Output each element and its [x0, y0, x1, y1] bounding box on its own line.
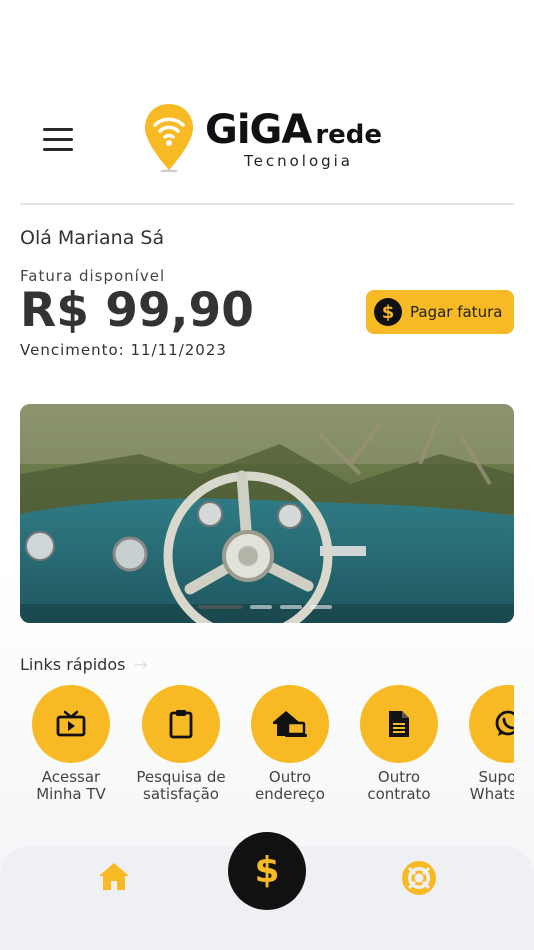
header-divider — [20, 203, 514, 205]
brand-main-text: GiGA — [205, 107, 312, 153]
house-laptop-icon — [273, 711, 307, 737]
promo-banner[interactable] — [20, 404, 514, 623]
quick-link-label: Acessar Minha TV — [36, 768, 106, 803]
brand-tagline: Tecnologia — [244, 152, 353, 170]
pay-invoice-label: Pagar fatura — [410, 303, 503, 321]
quick-link-address[interactable]: Outro endereço — [238, 685, 342, 803]
quick-link-label: Outro endereço — [255, 768, 325, 803]
quick-link-circle[interactable] — [251, 685, 329, 763]
banner-dot-active[interactable] — [198, 605, 242, 609]
home-icon — [99, 863, 129, 890]
wifi-pin-icon — [145, 104, 193, 172]
quick-links-title: Links rápidos — [20, 655, 126, 674]
pay-invoice-button[interactable]: $ Pagar fatura — [366, 290, 514, 334]
quick-link-label: Outro contrato — [367, 768, 431, 803]
invoice-amount: R$ 99,90 — [20, 283, 254, 338]
quick-link-label: Pesquisa de satisfação — [136, 768, 226, 803]
due-date: Vencimento: 11/11/2023 — [20, 341, 227, 359]
banner-dot[interactable] — [310, 605, 332, 609]
tv-icon — [56, 710, 86, 737]
nav-support-button[interactable] — [401, 860, 437, 896]
nav-home-button[interactable] — [96, 860, 132, 894]
app-header: GiGA rede Tecnologia — [0, 0, 534, 205]
support-lifebuoy-icon — [402, 861, 436, 895]
arrow-right-icon[interactable]: → — [134, 656, 147, 674]
quick-link-circle[interactable] — [360, 685, 438, 763]
banner-pagination[interactable] — [198, 605, 340, 609]
dollar-coin-icon: $ — [374, 298, 402, 326]
quick-link-circle[interactable] — [142, 685, 220, 763]
document-icon — [389, 711, 409, 737]
quick-link-whatsapp[interactable]: Suporte WhatsApp — [456, 685, 514, 803]
user-greeting: Olá Mariana Sá — [20, 227, 165, 249]
banner-image-steering-wheel — [20, 404, 514, 623]
quick-link-tv[interactable]: Acessar Minha TV — [20, 685, 123, 803]
whatsapp-icon — [495, 710, 514, 736]
hamburger-menu-icon[interactable] — [40, 128, 76, 156]
brand-rede-text: rede — [315, 120, 383, 150]
quick-links-carousel[interactable]: Acessar Minha TV Pesquisa de satisfação … — [20, 685, 514, 810]
quick-link-survey[interactable]: Pesquisa de satisfação — [129, 685, 233, 803]
quick-link-circle[interactable] — [32, 685, 110, 763]
dollar-icon: $ — [254, 850, 280, 891]
banner-dot[interactable] — [280, 605, 302, 609]
quick-link-circle[interactable] — [469, 685, 514, 763]
nav-pay-button[interactable]: $ — [228, 832, 306, 910]
quick-link-label: Suporte WhatsApp — [469, 768, 514, 803]
banner-dot[interactable] — [250, 605, 272, 609]
brand-logo: GiGA rede Tecnologia — [143, 102, 413, 174]
quick-link-contract[interactable]: Outro contrato — [347, 685, 451, 803]
brand-wordmark: GiGA rede — [205, 108, 382, 157]
clipboard-icon — [169, 710, 193, 739]
